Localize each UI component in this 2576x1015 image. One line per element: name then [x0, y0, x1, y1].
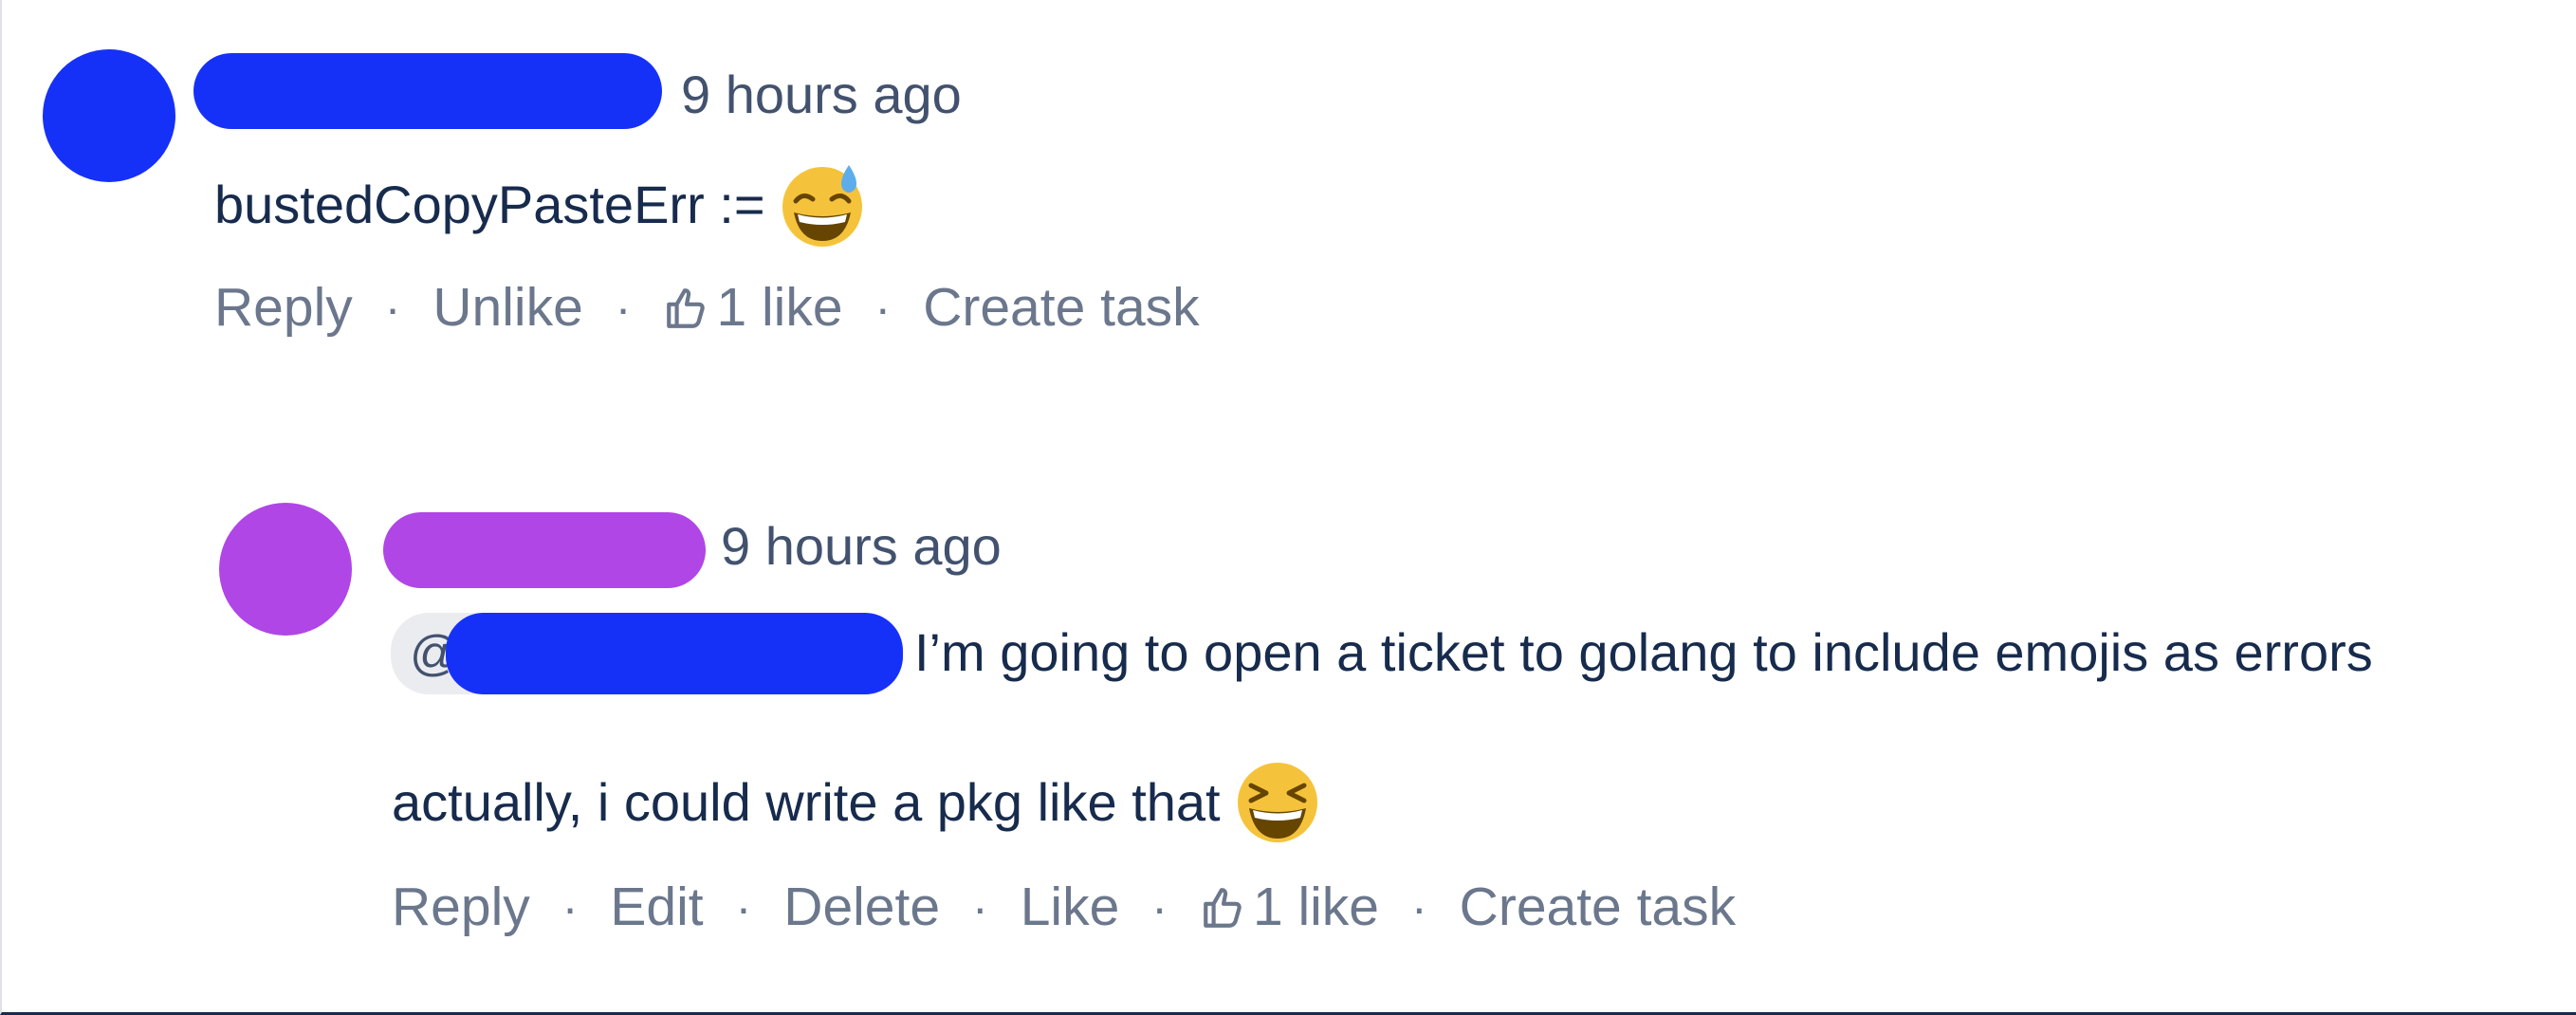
author-name-redacted[interactable]	[383, 512, 706, 588]
separator: ·	[561, 880, 579, 934]
like-count[interactable]: 1 like	[1200, 880, 1379, 934]
comment-text-line-1: I’m going to open a ticket to golang to …	[914, 622, 2373, 682]
thumbs-up-icon	[1204, 887, 1242, 928]
comment-timestamp[interactable]: 9 hours ago	[681, 68, 962, 121]
separator: ·	[384, 281, 401, 335]
separator: ·	[735, 880, 752, 934]
comment-body-line-2: actually, i could write a pkg like that	[392, 759, 1321, 846]
comment-text-line-2: actually, i could write a pkg like that	[392, 772, 1221, 832]
separator: ·	[972, 880, 988, 934]
comment-text: bustedCopyPasteErr :=	[214, 175, 765, 234]
edit-button[interactable]: Edit	[610, 880, 703, 934]
avatar[interactable]	[219, 503, 352, 636]
reply-button[interactable]: Reply	[392, 880, 530, 934]
separator: ·	[874, 281, 892, 335]
separator: ·	[615, 281, 632, 335]
like-count-label: 1 like	[1252, 877, 1380, 937]
like-count[interactable]: 1 like	[663, 277, 843, 338]
reply-button[interactable]: Reply	[214, 281, 353, 335]
avatar[interactable]	[43, 49, 175, 182]
comment-timestamp[interactable]: 9 hours ago	[721, 520, 1002, 573]
comment-body: bustedCopyPasteErr :=	[214, 161, 866, 249]
like-count-label: 1 like	[716, 277, 843, 338]
create-task-button[interactable]: Create task	[923, 281, 1199, 335]
comment-actions: Reply · Edit · Delete · Like · 1 like · …	[392, 880, 1736, 934]
separator: ·	[1151, 880, 1168, 934]
author-name-redacted[interactable]	[193, 53, 662, 129]
thumbs-up-icon	[667, 287, 706, 328]
unlike-button[interactable]: Unlike	[432, 281, 582, 335]
mention-name-redacted[interactable]	[446, 613, 903, 694]
like-button[interactable]: Like	[1021, 880, 1120, 934]
grinning-squinting-face-emoji	[1237, 763, 1317, 842]
comments-panel	[0, 0, 2576, 1015]
grinning-face-with-sweat-emoji	[782, 165, 862, 247]
create-task-button[interactable]: Create task	[1460, 880, 1736, 934]
comment-actions: Reply · Unlike · 1 like · Create task	[214, 281, 1200, 335]
separator: ·	[1411, 880, 1427, 934]
delete-button[interactable]: Delete	[783, 880, 940, 934]
